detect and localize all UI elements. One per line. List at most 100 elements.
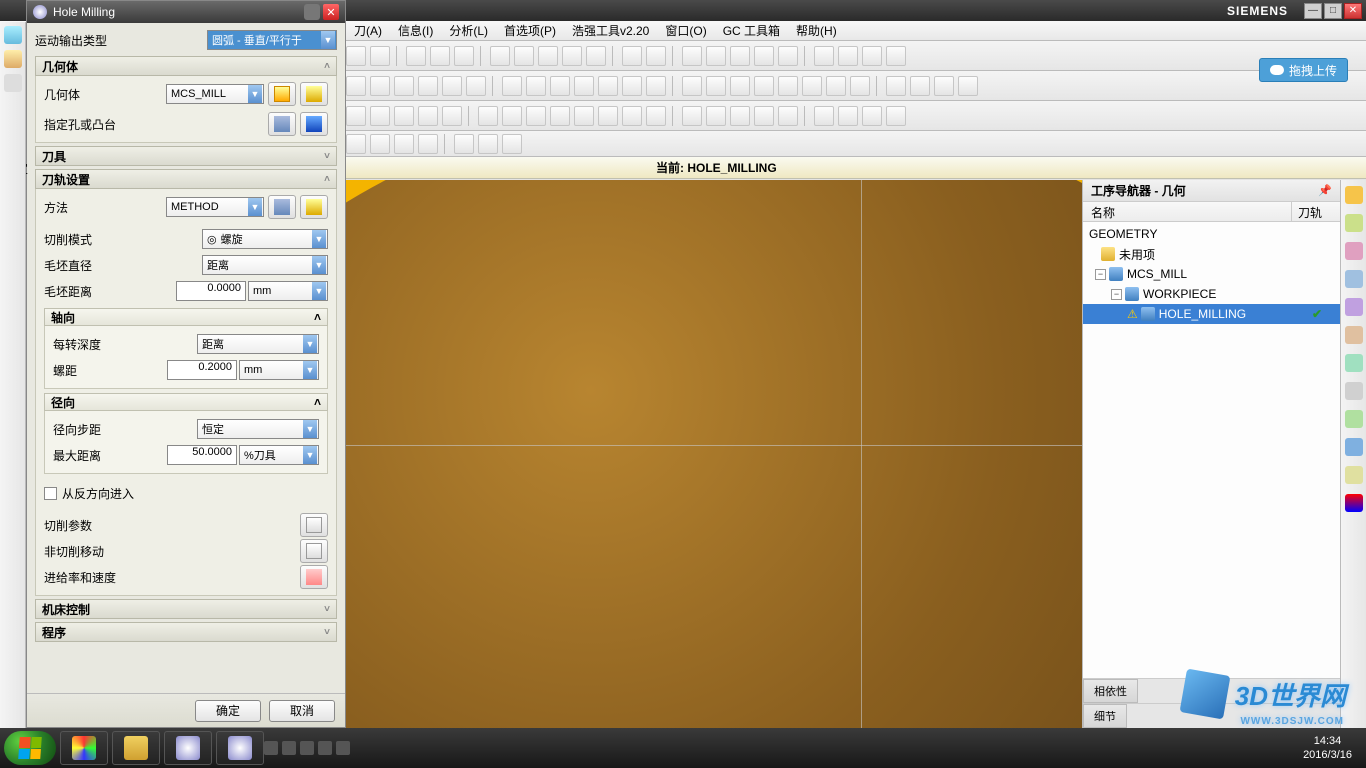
axial-header[interactable]: 轴向˄	[44, 308, 328, 326]
tb-icon[interactable]	[394, 106, 414, 126]
tb-icon[interactable]	[550, 76, 570, 96]
tb-icon[interactable]	[394, 134, 414, 154]
tb-icon[interactable]	[706, 106, 726, 126]
tb-icon[interactable]	[418, 76, 438, 96]
rail-icon[interactable]	[1345, 214, 1363, 232]
tb-icon[interactable]	[778, 76, 798, 96]
tb-icon[interactable]	[346, 76, 366, 96]
tb-icon[interactable]	[502, 106, 522, 126]
tb-icon[interactable]	[454, 46, 474, 66]
dialog-close-icon[interactable]: ✕	[323, 4, 339, 20]
menu-haoqiang[interactable]: 浩强工具v2.20	[564, 22, 657, 39]
method-edit-button[interactable]	[268, 195, 296, 219]
tb-icon[interactable]	[862, 106, 882, 126]
tb-icon[interactable]	[526, 76, 546, 96]
tb-icon[interactable]	[838, 106, 858, 126]
tb-icon[interactable]	[622, 76, 642, 96]
taskbar-app-4[interactable]	[216, 731, 264, 765]
tb-icon[interactable]	[346, 106, 366, 126]
depth-per-rev-combo[interactable]: 距离▼	[197, 334, 319, 354]
col-path[interactable]: 刀轨	[1292, 202, 1340, 221]
tb-icon[interactable]	[346, 134, 366, 154]
tb-icon[interactable]	[754, 106, 774, 126]
tb-icon[interactable]	[730, 46, 750, 66]
rail-icon[interactable]	[1345, 438, 1363, 456]
tree-row-mcs[interactable]: −MCS_MILL	[1083, 264, 1340, 284]
tb-icon[interactable]	[646, 76, 666, 96]
settings-icon[interactable]	[304, 4, 320, 20]
method-wrench-button[interactable]	[300, 195, 328, 219]
rail-icon[interactable]	[1345, 494, 1363, 512]
tb-icon[interactable]	[886, 76, 906, 96]
radial-header[interactable]: 径向˄	[44, 393, 328, 411]
max-distance-unit[interactable]: %刀具▼	[239, 445, 319, 465]
menu-prefs[interactable]: 首选项(P)	[496, 22, 564, 39]
tb-icon[interactable]	[502, 134, 522, 154]
cancel-button[interactable]: 取消	[269, 700, 335, 722]
pin-icon[interactable]: 📌	[1318, 184, 1332, 197]
tb-icon[interactable]	[754, 76, 774, 96]
tb-icon[interactable]	[526, 106, 546, 126]
3d-viewport[interactable]	[346, 180, 1082, 728]
tb-icon[interactable]	[562, 46, 582, 66]
taskbar-clock[interactable]: 14:34 2016/3/16	[1303, 734, 1362, 762]
taskbar-app-3[interactable]	[164, 731, 212, 765]
tb-icon[interactable]	[934, 76, 954, 96]
tb-icon[interactable]	[886, 46, 906, 66]
dialog-title-bar[interactable]: Hole Milling ✕	[27, 1, 345, 23]
cut-pattern-combo[interactable]: ◎螺旋▼	[202, 229, 328, 249]
tb-icon[interactable]	[958, 76, 978, 96]
tb-icon[interactable]	[454, 134, 474, 154]
tb-icon[interactable]	[406, 46, 426, 66]
close-window-button[interactable]: ✕	[1344, 3, 1362, 19]
col-name[interactable]: 名称	[1083, 202, 1292, 221]
tb-icon[interactable]	[442, 76, 462, 96]
tb-icon[interactable]	[862, 46, 882, 66]
tb-icon[interactable]	[646, 46, 666, 66]
rail-icon[interactable]	[1345, 270, 1363, 288]
tb-icon[interactable]	[514, 46, 534, 66]
rail-icon[interactable]	[1345, 298, 1363, 316]
tb-icon[interactable]	[478, 106, 498, 126]
tb-icon[interactable]	[754, 46, 774, 66]
machine-control-header[interactable]: 机床控制˅	[35, 599, 337, 619]
motion-output-combo[interactable]: 圆弧 - 垂直/平行于▼	[207, 30, 337, 50]
flashlight-button[interactable]	[300, 112, 328, 136]
tb-icon[interactable]	[598, 76, 618, 96]
tb-icon[interactable]	[622, 106, 642, 126]
menu-analysis[interactable]: 分析(L)	[441, 22, 496, 39]
blank-distance-unit[interactable]: mm▼	[248, 281, 328, 301]
tb-icon[interactable]	[490, 46, 510, 66]
tb-icon[interactable]	[418, 106, 438, 126]
tb-icon[interactable]	[538, 46, 558, 66]
reverse-entry-checkbox[interactable]	[44, 487, 57, 500]
tb-icon[interactable]	[886, 106, 906, 126]
rail-icon-1[interactable]	[4, 26, 22, 44]
tb-icon[interactable]	[574, 76, 594, 96]
noncut-move-button[interactable]	[300, 539, 328, 563]
ok-button[interactable]: 确定	[195, 700, 261, 722]
tb-icon[interactable]	[838, 46, 858, 66]
method-combo[interactable]: METHOD▼	[166, 197, 264, 217]
tree-row-unused[interactable]: 未用项	[1083, 244, 1340, 264]
minimize-button[interactable]: —	[1304, 3, 1322, 19]
tb-icon[interactable]	[706, 46, 726, 66]
tb-icon[interactable]	[706, 76, 726, 96]
collapse-icon[interactable]: −	[1095, 269, 1106, 280]
rail-icon[interactable]	[1345, 326, 1363, 344]
geometry-edit-button[interactable]	[268, 82, 296, 106]
rail-icon[interactable]	[1345, 410, 1363, 428]
tool-header[interactable]: 刀具˅	[35, 146, 337, 166]
blank-diameter-combo[interactable]: 距离▼	[202, 255, 328, 275]
tb-icon[interactable]	[370, 76, 390, 96]
max-distance-input[interactable]: 50.0000	[167, 445, 237, 465]
rail-icon[interactable]	[1345, 242, 1363, 260]
tb-icon[interactable]	[814, 46, 834, 66]
rail-icon-3[interactable]	[4, 74, 22, 92]
tb-icon[interactable]	[586, 46, 606, 66]
tb-icon[interactable]	[826, 76, 846, 96]
tb-icon[interactable]	[466, 76, 486, 96]
radial-step-combo[interactable]: 恒定▼	[197, 419, 319, 439]
pitch-input[interactable]: 0.2000	[167, 360, 237, 380]
tree-row-hole-milling[interactable]: ⚠HOLE_MILLING✔	[1083, 304, 1340, 324]
